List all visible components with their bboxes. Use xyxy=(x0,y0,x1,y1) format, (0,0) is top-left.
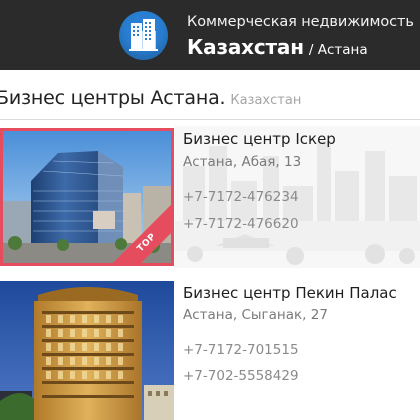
header-subtitle: Коммерческая недвижимость xyxy=(187,14,414,30)
header-country[interactable]: Казахстан xyxy=(187,35,304,59)
listing-phone[interactable]: +7-7172-476234 xyxy=(183,189,299,205)
page-heading: Бизнес центры Астана. Казахстан xyxy=(0,87,301,109)
page-title: Бизнес центры Астана. xyxy=(0,87,226,109)
header-city[interactable]: / Астана xyxy=(309,42,368,58)
listing-address: Астана, Абая, 13 xyxy=(183,154,302,170)
listing-phone[interactable]: +7-702-5558429 xyxy=(183,368,299,384)
building-logo-icon[interactable] xyxy=(119,11,168,60)
listing-address: Астана, Сыганак, 27 xyxy=(183,307,328,323)
site-header: Коммерческая недвижимость Казахстан / Ас… xyxy=(0,0,420,70)
listing-title[interactable]: Бизнес центр Пекин Палас xyxy=(183,284,397,302)
page-subtitle: Казахстан xyxy=(230,93,302,108)
listing-photo[interactable] xyxy=(0,281,174,420)
listing-card[interactable]: Бизнес центр Пекин Палас Астана, Сыганак… xyxy=(0,281,420,420)
header-location[interactable]: Казахстан / Астана xyxy=(187,35,368,59)
heading-divider xyxy=(0,119,420,120)
listing-photo[interactable]: TOP xyxy=(0,128,174,266)
listing-card[interactable]: TOP Бизнес центр Іскер Астана, Абая, 13 … xyxy=(0,126,420,268)
listing-phone[interactable]: +7-7172-701515 xyxy=(183,342,299,358)
listing-title[interactable]: Бизнес центр Іскер xyxy=(183,130,336,148)
listing-phone[interactable]: +7-7172-476620 xyxy=(183,216,299,232)
